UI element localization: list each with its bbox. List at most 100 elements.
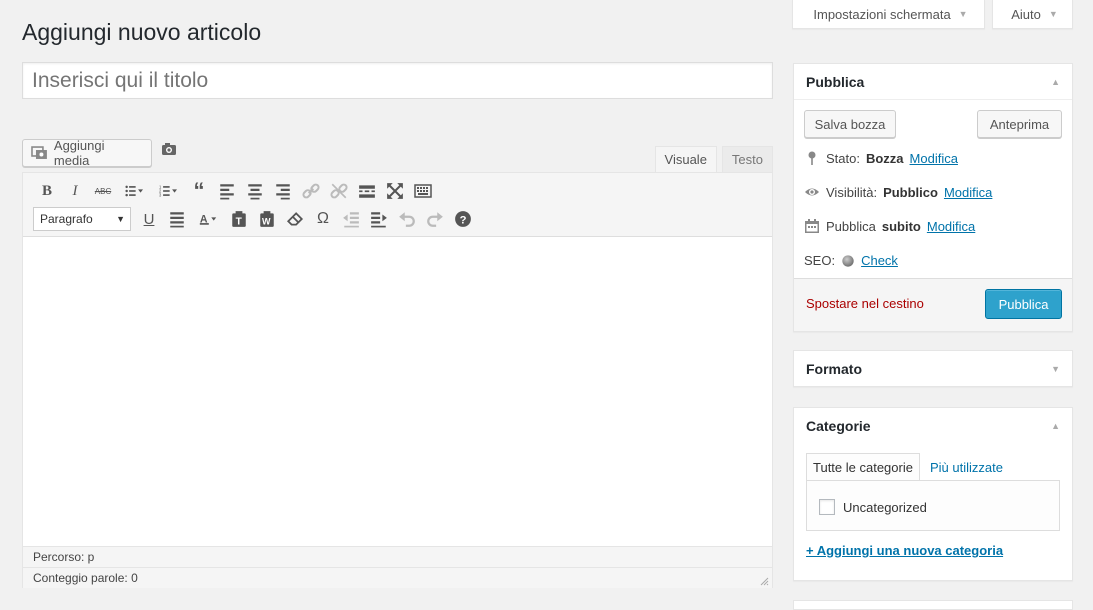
strikethrough-icon[interactable]: ABC [89,178,117,204]
publish-button[interactable]: Pubblica [985,289,1062,319]
next-postbox [793,600,1073,610]
media-icon [31,146,47,159]
bullet-list-icon[interactable] [117,178,151,204]
numbered-list-icon[interactable]: 123 [151,178,185,204]
editor-toolbar: B I ABC 123 “ Paragrafo ▼ U A T W Ω ? [23,173,772,237]
svg-text:?: ? [460,215,467,227]
category-checkbox[interactable] [819,499,835,515]
editor-content-area[interactable] [23,237,772,546]
add-media-button[interactable]: Aggiungi media [22,138,152,168]
status-label: Stato: [826,150,860,166]
editor-tabs: Visuale Testo [654,146,773,173]
tab-most-used[interactable]: Più utilizzate [920,453,1009,481]
format-select-value: Paragrafo [40,212,93,226]
resize-handle-icon[interactable] [759,576,769,586]
fullscreen-icon[interactable] [381,178,409,204]
seo-row: SEO: Check [804,253,898,268]
edit-schedule-link[interactable]: Modifica [927,219,975,234]
list-item[interactable]: Uncategorized [819,499,927,515]
redo-icon[interactable] [421,206,449,232]
tab-all-categories[interactable]: Tutte le categorie [806,453,920,481]
format-box-title: Formato [806,361,862,377]
help-tab[interactable]: Aiuto ▼ [992,0,1073,29]
schedule-value: subito [881,218,921,234]
undo-icon[interactable] [393,206,421,232]
eraser-icon[interactable] [281,206,309,232]
calendar-icon [805,219,819,233]
move-to-trash-link[interactable]: Spostare nel cestino [806,296,924,311]
word-count-bar: Conteggio parole: 0 [23,567,772,588]
visibility-label: Visibilità: [826,184,878,200]
post-title-input[interactable] [22,62,773,99]
categories-box-header[interactable]: Categorie ▲ [794,408,1072,444]
blockquote-icon[interactable]: “ [185,178,213,204]
eye-icon [805,188,819,196]
screen-meta-links: Impostazioni schermata ▼ Aiuto ▼ [792,0,1073,29]
help-icon[interactable]: ? [449,206,477,232]
pin-icon [808,151,816,165]
expand-arrow-icon[interactable]: ▼ [1051,364,1060,374]
paste-text-icon[interactable]: T [225,206,253,232]
visibility-value: Pubblico [883,184,938,200]
save-draft-button[interactable]: Salva bozza [804,110,896,138]
svg-text:W: W [262,217,271,227]
help-label: Aiuto [1011,6,1041,22]
format-box: Formato ▼ [793,350,1073,387]
special-char-icon[interactable]: Ω [309,206,337,232]
camera-icon[interactable] [161,141,177,157]
page-title: Aggiungi nuovo articolo [22,19,262,45]
status-value: Bozza [865,150,904,166]
seo-status-dot-icon [842,254,854,267]
publish-box-title: Pubblica [806,73,865,90]
publish-box-header[interactable]: Pubblica ▲ [794,64,1072,100]
italic-icon[interactable]: I [61,178,89,204]
read-more-icon[interactable] [353,178,381,204]
collapse-arrow-icon[interactable]: ▲ [1051,421,1060,431]
link-icon[interactable] [297,178,325,204]
editor-path: Percorso: p [23,546,772,567]
seo-label: SEO: [804,253,836,268]
unlink-icon[interactable] [325,178,353,204]
category-label: Uncategorized [843,499,927,515]
category-list: Uncategorized [806,480,1060,531]
categories-box-title: Categorie [806,418,871,434]
text-color-icon[interactable]: A [191,206,225,232]
tab-text[interactable]: Testo [721,146,773,173]
align-left-icon[interactable] [213,178,241,204]
align-center-icon[interactable] [241,178,269,204]
toolbar-toggle-icon[interactable] [409,178,437,204]
preview-button[interactable]: Anteprima [977,110,1062,138]
format-select[interactable]: Paragrafo ▼ [33,207,131,231]
add-category-link[interactable]: + Aggiungi una nuova categoria [806,543,1003,558]
edit-status-link[interactable]: Modifica [910,151,958,166]
publish-box-footer: Spostare nel cestino Pubblica [794,278,1072,331]
indent-icon[interactable] [365,206,393,232]
categories-box: Categorie ▲ Tutte le categorie Più utili… [793,407,1073,581]
underline-icon[interactable]: U [135,206,163,232]
collapse-arrow-icon[interactable]: ▲ [1051,77,1060,87]
screen-options-label: Impostazioni schermata [813,6,951,22]
svg-text:T: T [236,217,243,228]
justify-icon[interactable] [163,206,191,232]
paste-word-icon[interactable]: W [253,206,281,232]
caret-down-icon: ▼ [958,9,968,19]
screen-options-tab[interactable]: Impostazioni schermata ▼ [792,0,985,29]
editor: B I ABC 123 “ Paragrafo ▼ U A T W Ω ? Pe… [22,172,773,588]
visibility-row: Visibilità: Pubblico Modifica [804,184,992,200]
caret-down-icon: ▼ [116,214,125,224]
format-box-header[interactable]: Formato ▼ [794,351,1072,387]
align-right-icon[interactable] [269,178,297,204]
edit-visibility-link[interactable]: Modifica [944,185,992,200]
category-tabs: Tutte le categorie Più utilizzate [806,453,1009,481]
outdent-icon[interactable] [337,206,365,232]
tab-visual[interactable]: Visuale [654,146,717,173]
caret-down-icon: ▼ [1048,9,1058,19]
seo-check-link[interactable]: Check [861,253,898,268]
word-count: Conteggio parole: 0 [33,571,138,585]
publish-box: Pubblica ▲ Salva bozza Anteprima Stato: … [793,63,1073,332]
schedule-label: Pubblica [826,218,876,234]
schedule-row: Pubblica subito Modifica [804,218,975,234]
status-row: Stato: Bozza Modifica [804,150,958,166]
add-media-label: Aggiungi media [53,138,105,168]
bold-icon[interactable]: B [33,178,61,204]
